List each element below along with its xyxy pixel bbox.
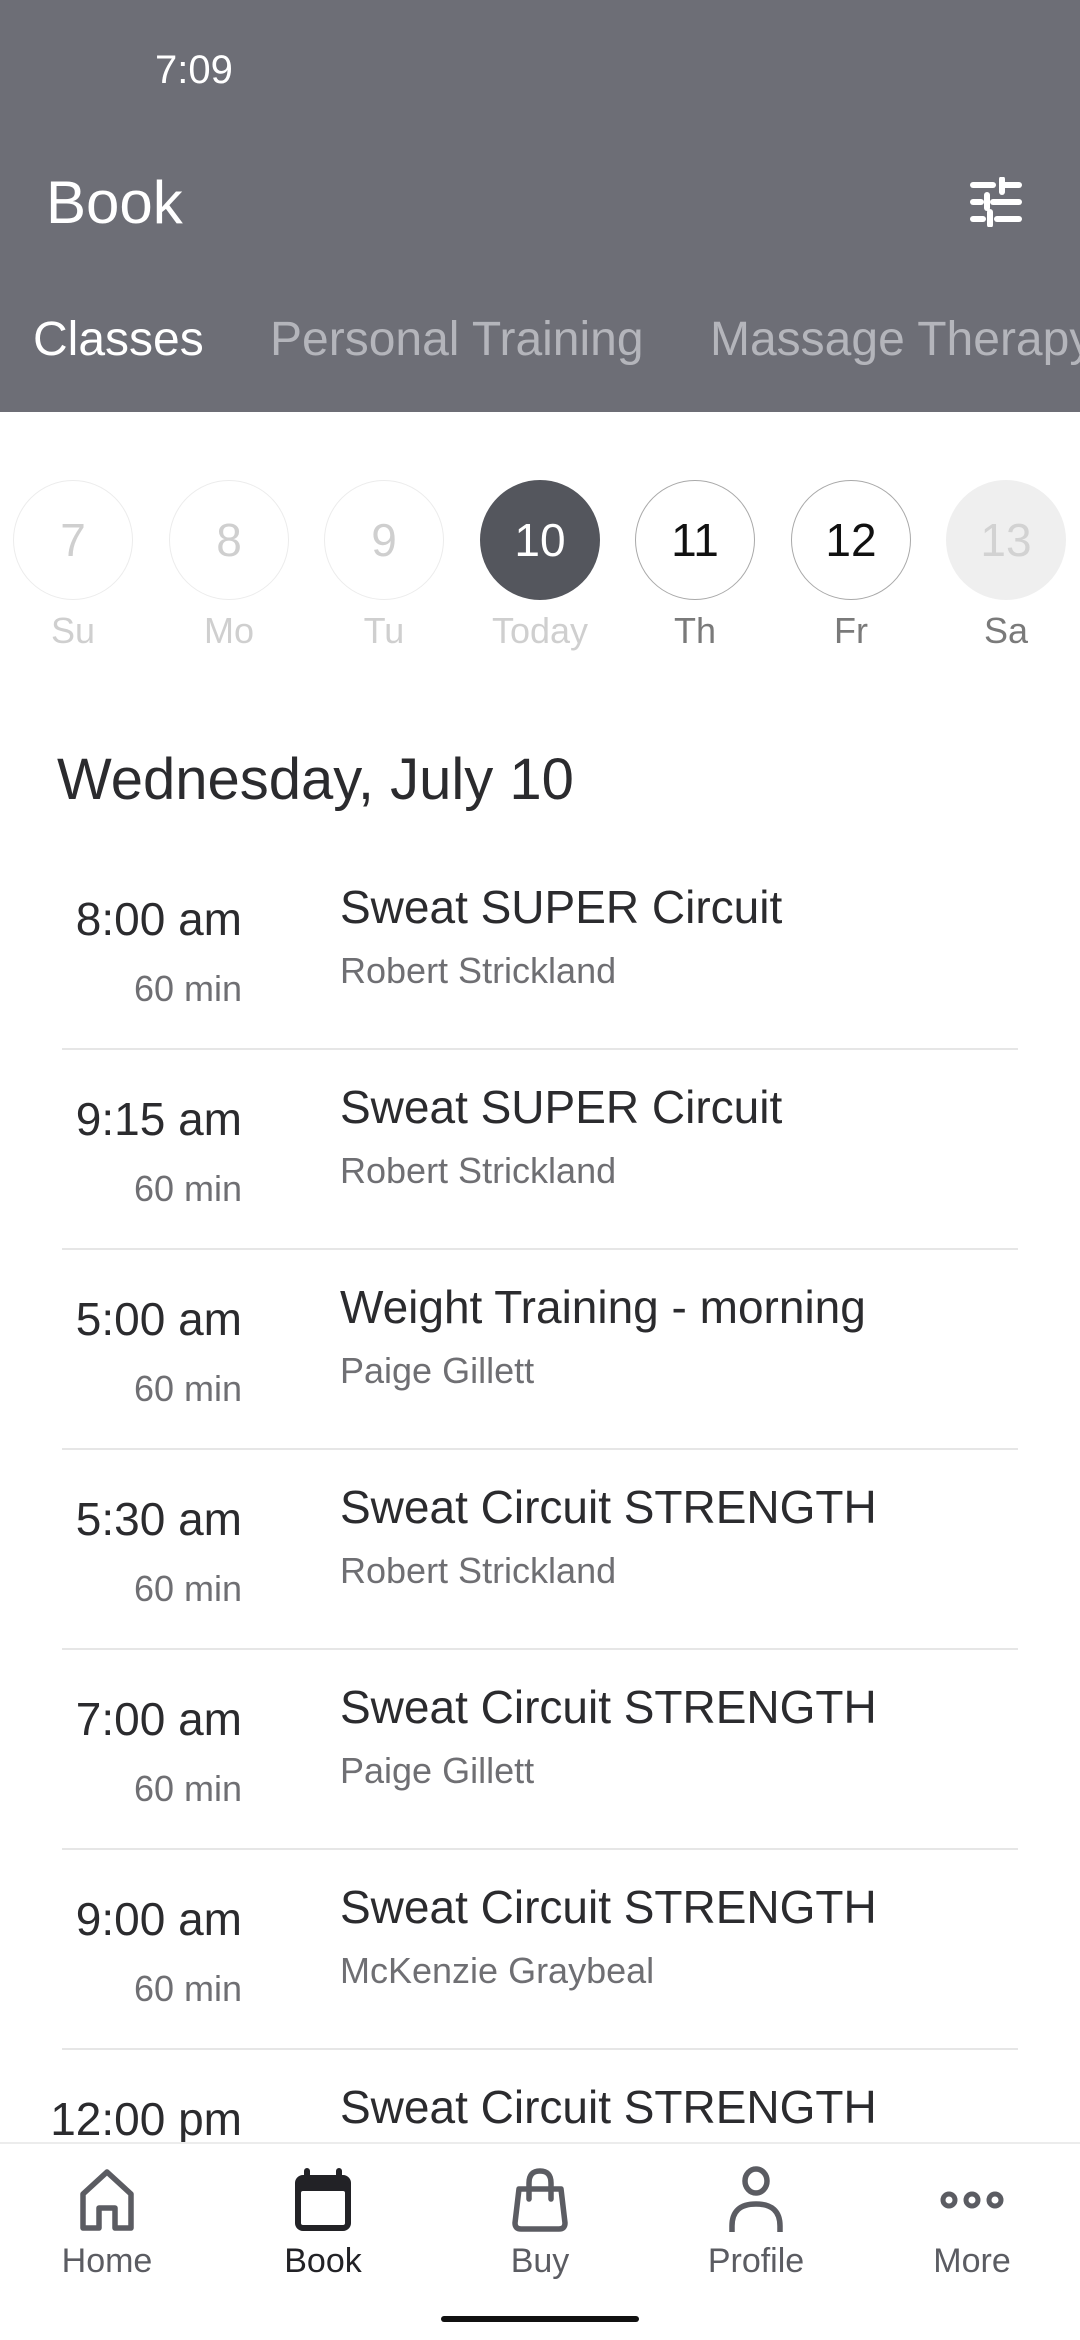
- class-duration: 60 min: [133, 1568, 242, 1609]
- class-time: 9:15 am: [75, 1093, 242, 1145]
- class-row[interactable]: 5:30 am 60 min Sweat Circuit STRENGTH Ro…: [0, 1450, 1080, 1650]
- day-item-thu[interactable]: 11 Th: [635, 480, 755, 660]
- nav-item-more[interactable]: More: [872, 2164, 1072, 2281]
- class-time: 7:00 am: [75, 1693, 242, 1745]
- class-time: 5:30 am: [75, 1493, 242, 1545]
- tab-massage-therapy[interactable]: Massage Therapy: [710, 312, 1080, 367]
- class-duration: 60 min: [133, 968, 242, 1009]
- status-bar-time: 7:09: [155, 48, 233, 92]
- tab-personal-training[interactable]: Personal Training: [270, 312, 644, 367]
- tab-classes[interactable]: Classes: [33, 312, 204, 367]
- nav-label: Profile: [707, 2242, 805, 2280]
- day-label: Th: [673, 610, 716, 651]
- app-header: 7:09 Book Classes Personal Training Mass…: [0, 0, 1080, 412]
- class-duration: 60 min: [133, 1968, 242, 2009]
- day-item-fri[interactable]: 12 Fr: [791, 480, 911, 660]
- nav-label: Buy: [510, 2242, 570, 2280]
- day-label: Sa: [983, 610, 1029, 651]
- filter-button[interactable]: [958, 166, 1034, 238]
- class-title: Sweat Circuit STRENGTH: [340, 1681, 877, 1733]
- day-item-mon[interactable]: 8 Mo: [169, 480, 289, 660]
- nav-item-home[interactable]: Home: [7, 2164, 207, 2281]
- person-icon: [729, 2166, 783, 2232]
- date-heading: Wednesday, July 10: [57, 747, 574, 812]
- day-picker: 7 Su 8 Mo 9 Tu 10 Today 11 Th 12 Fr 13 S…: [0, 480, 1080, 660]
- class-list: 8:00 am 60 min Sweat SUPER Circuit Rober…: [0, 850, 1080, 2250]
- class-row[interactable]: 7:00 am 60 min Sweat Circuit STRENGTH Pa…: [0, 1650, 1080, 1850]
- bottom-nav: Home Book Buy Profile More: [0, 2142, 1080, 2340]
- day-number-selected: 10: [480, 480, 600, 600]
- nav-item-profile[interactable]: Profile: [656, 2164, 856, 2281]
- day-number: 8: [169, 480, 289, 600]
- class-title: Weight Training - morning: [340, 1281, 866, 1333]
- category-tabs: Classes Personal Training Massage Therap…: [0, 312, 1080, 382]
- class-time: 12:00 pm: [50, 2093, 242, 2145]
- tune-sliders-icon: [970, 177, 1022, 227]
- class-instructor: Robert Strickland: [340, 950, 617, 991]
- day-number: 9: [324, 480, 444, 600]
- nav-label: More: [933, 2242, 1011, 2280]
- class-title: Sweat Circuit STRENGTH: [340, 2081, 877, 2133]
- class-duration: 60 min: [133, 1168, 242, 1209]
- day-number: 13: [946, 480, 1066, 600]
- nav-item-book[interactable]: Book: [223, 2164, 423, 2281]
- class-duration: 60 min: [133, 1768, 242, 1809]
- class-instructor: Paige Gillett: [340, 1750, 535, 1791]
- class-row[interactable]: 9:00 am 60 min Sweat Circuit STRENGTH Mc…: [0, 1850, 1080, 2050]
- day-label: Mo: [203, 610, 254, 651]
- day-label: Tu: [363, 610, 405, 651]
- class-instructor: McKenzie Graybeal: [340, 1950, 655, 1991]
- class-title: Sweat Circuit STRENGTH: [340, 1881, 877, 1933]
- nav-item-buy[interactable]: Buy: [440, 2164, 640, 2281]
- day-label: Su: [50, 610, 96, 651]
- day-number: 11: [635, 480, 755, 600]
- home-icon: [80, 2169, 134, 2231]
- calendar-icon: [295, 2168, 351, 2231]
- class-time: 8:00 am: [75, 893, 242, 945]
- class-title: Sweat Circuit STRENGTH: [340, 1481, 877, 1533]
- class-row[interactable]: 8:00 am 60 min Sweat SUPER Circuit Rober…: [0, 850, 1080, 1050]
- day-number: 12: [791, 480, 911, 600]
- day-item-sun[interactable]: 7 Su: [13, 480, 133, 660]
- home-indicator[interactable]: [441, 2316, 639, 2322]
- more-dots-icon: [940, 2191, 1004, 2209]
- page-title: Book: [46, 169, 183, 236]
- day-item-today[interactable]: 10 Today: [480, 480, 600, 660]
- day-label: Fr: [834, 610, 868, 651]
- class-title: Sweat SUPER Circuit: [340, 881, 783, 933]
- nav-label: Book: [284, 2242, 362, 2280]
- class-instructor: Robert Strickland: [340, 1150, 617, 1191]
- day-number: 7: [13, 480, 133, 600]
- day-item-tue[interactable]: 9 Tu: [324, 480, 444, 660]
- day-label: Today: [491, 610, 589, 651]
- class-title: Sweat SUPER Circuit: [340, 1081, 783, 1133]
- class-instructor: Paige Gillett: [340, 1350, 535, 1391]
- class-time: 9:00 am: [75, 1893, 242, 1945]
- class-time: 5:00 am: [75, 1293, 242, 1345]
- class-duration: 60 min: [133, 1368, 242, 1409]
- class-row[interactable]: 9:15 am 60 min Sweat SUPER Circuit Rober…: [0, 1050, 1080, 1250]
- shopping-bag-icon: [512, 2168, 568, 2232]
- class-row[interactable]: 5:00 am 60 min Weight Training - morning…: [0, 1250, 1080, 1450]
- class-instructor: Robert Strickland: [340, 1550, 617, 1591]
- nav-label: Home: [61, 2242, 153, 2280]
- day-item-sat[interactable]: 13 Sa: [946, 480, 1066, 660]
